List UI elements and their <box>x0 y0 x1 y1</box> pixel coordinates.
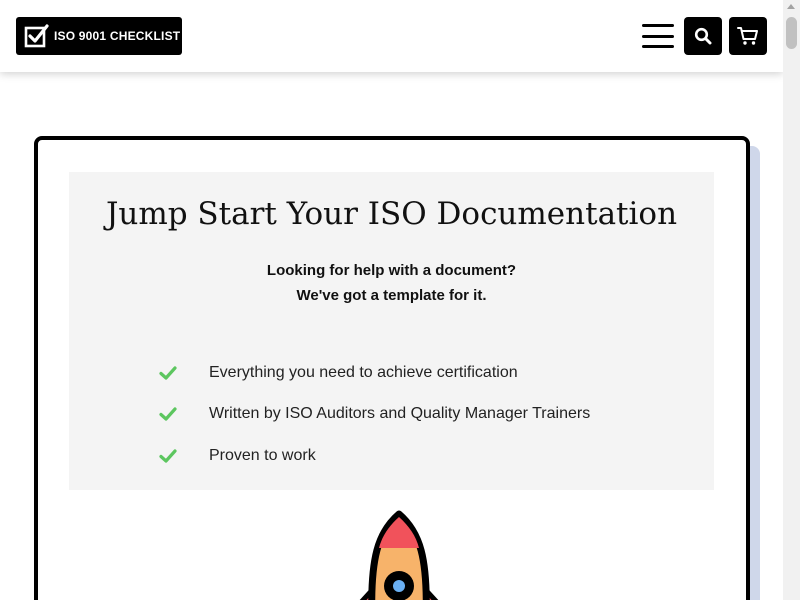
scroll-thumb[interactable] <box>786 17 797 49</box>
feature-list: Everything you need to achieve certifica… <box>159 352 590 477</box>
feature-item: Written by ISO Auditors and Quality Mana… <box>159 394 590 436</box>
page: ISO 9001 CHECKLIST Jump Start Your ISO D… <box>0 0 800 600</box>
hero-subtitle: Looking for help with a document? We've … <box>69 258 714 308</box>
check-icon <box>159 366 177 380</box>
hero-subtitle-line1: Looking for help with a document? <box>266 262 517 279</box>
search-icon <box>694 27 712 45</box>
check-icon <box>159 407 177 421</box>
hero-title: Jump Start Your ISO Documentation <box>105 196 678 232</box>
shopping-cart-icon <box>737 27 758 45</box>
site-header: ISO 9001 CHECKLIST <box>0 0 783 72</box>
page-scrollbar[interactable] <box>783 0 800 600</box>
feature-text: Proven to work <box>209 446 316 464</box>
feature-text: Written by ISO Auditors and Quality Mana… <box>209 405 591 423</box>
hero-panel: Jump Start Your ISO Documentation Lookin… <box>69 172 714 490</box>
hero-card: Jump Start Your ISO Documentation Lookin… <box>34 136 750 600</box>
menu-bar <box>642 45 674 48</box>
menu-bar <box>642 24 674 27</box>
menu-bar <box>642 34 674 38</box>
feature-item: Proven to work <box>159 435 590 477</box>
feature-text: Everything you need to achieve certifica… <box>209 363 518 381</box>
feature-item: Everything you need to achieve certifica… <box>159 352 590 394</box>
cart-button[interactable] <box>729 17 767 55</box>
hamburger-menu-button[interactable] <box>638 20 678 52</box>
checkbox-logo-icon <box>24 24 49 48</box>
check-icon <box>159 449 177 463</box>
site-logo[interactable]: ISO 9001 CHECKLIST <box>16 17 182 55</box>
logo-text: ISO 9001 CHECKLIST <box>54 29 181 43</box>
search-button[interactable] <box>684 17 722 55</box>
scroll-up-arrow-icon[interactable] <box>787 4 795 9</box>
rocket-icon <box>359 510 439 600</box>
hero-subtitle-line2: We've got a template for it. <box>296 287 487 304</box>
